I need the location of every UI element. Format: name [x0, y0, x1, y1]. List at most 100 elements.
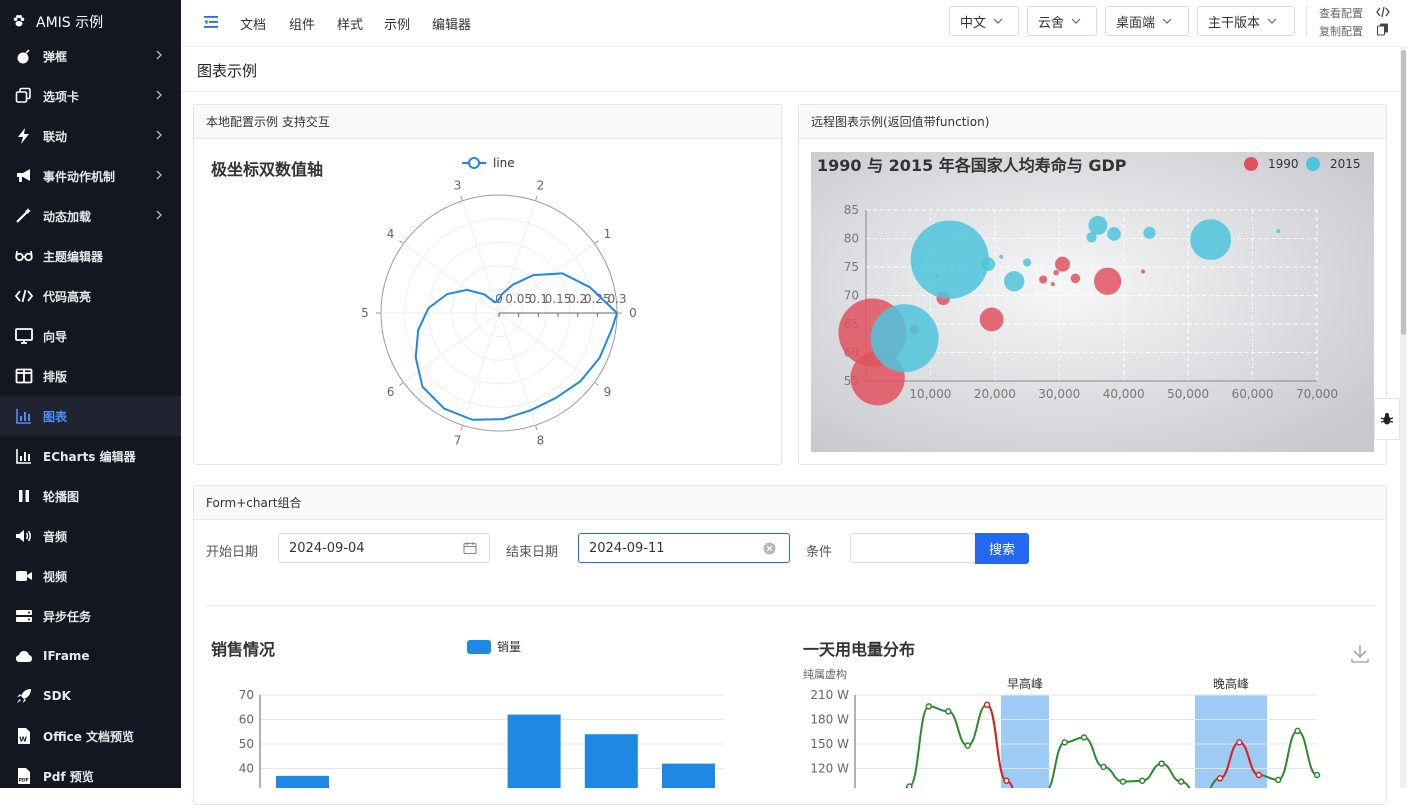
end-date-input[interactable]: 2024-09-11	[578, 533, 790, 563]
bar[interactable]	[662, 763, 715, 788]
download-icon[interactable]	[1351, 645, 1369, 663]
sidebar-item-7[interactable]: 向导	[0, 316, 181, 356]
bar[interactable]	[584, 734, 638, 788]
data-point[interactable]	[1003, 777, 1010, 784]
brand[interactable]: AMIS 示例	[12, 12, 103, 32]
locale-select[interactable]: 中文	[949, 6, 1019, 36]
bubble-2015[interactable]	[1088, 215, 1108, 235]
bubble-1990[interactable]	[1141, 269, 1146, 274]
device-select[interactable]: 桌面端	[1105, 6, 1189, 36]
data-point[interactable]	[1255, 771, 1263, 779]
sidebar-item-4[interactable]: 动态加载	[0, 196, 181, 236]
data-point[interactable]	[906, 783, 913, 788]
sidebar-item-2[interactable]: 联动	[0, 116, 181, 156]
sidebar-item-15[interactable]: IFrame	[0, 636, 181, 676]
bubble-2015[interactable]	[934, 273, 939, 278]
data-point[interactable]	[1158, 760, 1165, 767]
copy-icon[interactable]	[1377, 23, 1389, 36]
data-point[interactable]	[1216, 775, 1224, 782]
end-date-value: 2024-09-11	[589, 540, 665, 556]
bubble-1990[interactable]	[1070, 273, 1081, 284]
condition-input[interactable]	[850, 533, 976, 563]
data-point[interactable]	[1100, 763, 1107, 771]
view-config-link[interactable]: 查看配置	[1319, 5, 1363, 21]
sidebar-item-11[interactable]: 轮播图	[0, 476, 181, 516]
data-point[interactable]	[1119, 778, 1127, 785]
code-icon[interactable]	[1376, 5, 1390, 19]
data-point[interactable]	[925, 703, 933, 710]
data-point[interactable]	[944, 708, 952, 715]
bubble-1990[interactable]	[1039, 275, 1048, 284]
chart-title: 一天用电量分布	[803, 640, 915, 659]
calendar-icon[interactable]	[463, 541, 477, 555]
data-point[interactable]	[1236, 739, 1243, 746]
sidebar-item-12[interactable]: 音频	[0, 516, 181, 556]
angle-tick-label: 2	[537, 179, 545, 193]
bubble-1990[interactable]	[979, 307, 1004, 332]
data-point[interactable]	[964, 742, 971, 749]
sidebar-item-9[interactable]: 图表	[0, 396, 181, 436]
search-button[interactable]: 搜索	[975, 533, 1029, 564]
nav-link-examples[interactable]: 示例	[384, 14, 410, 33]
debug-bug-icon[interactable]	[1374, 398, 1400, 440]
bar[interactable]	[507, 714, 561, 788]
nav-link-styles[interactable]: 样式	[337, 14, 363, 33]
sidebar-item-1[interactable]: 选项卡	[0, 76, 181, 116]
data-point[interactable]	[1080, 734, 1088, 741]
sidebar-item-0[interactable]: 弹框	[0, 36, 181, 76]
bubble-1990[interactable]	[1053, 269, 1059, 276]
bubble-2015[interactable]	[981, 257, 996, 271]
bar[interactable]	[276, 775, 329, 788]
bubble-1990[interactable]	[1055, 256, 1070, 272]
nav-link-components[interactable]: 组件	[289, 14, 315, 33]
sidebar-item-10[interactable]: ECharts 编辑器	[0, 436, 181, 476]
sidebar-item-5[interactable]: 主题编辑器	[0, 236, 181, 276]
columns-icon	[14, 366, 34, 386]
title-divider	[181, 91, 1400, 92]
data-point[interactable]	[983, 701, 991, 709]
clear-icon[interactable]	[763, 542, 776, 555]
bubble-2015[interactable]	[999, 254, 1004, 259]
data-point[interactable]	[1274, 776, 1282, 784]
brand-title: AMIS 示例	[36, 15, 104, 31]
power-line-chart[interactable]: 一天用电量分布 纯属虚构 早高峰晚高峰 90 W120 W150 W180 W2…	[795, 606, 1385, 788]
bubble-2015[interactable]	[1190, 219, 1232, 261]
sidebar-item-6[interactable]: 代码高亮	[0, 276, 181, 316]
sidebar-item-13[interactable]: 视频	[0, 556, 181, 596]
data-point[interactable]	[1313, 771, 1321, 779]
version-select[interactable]: 主干版本	[1197, 6, 1295, 36]
collapse-menu-icon[interactable]	[203, 14, 219, 30]
bubble-1990[interactable]	[1094, 267, 1122, 295]
chart-legend[interactable]: 销量	[467, 640, 521, 654]
sales-bar-chart[interactable]: 销售情况 销量 3040506070	[200, 606, 760, 788]
sidebar-item-3[interactable]: 事件动作机制	[0, 156, 181, 196]
bubble-2015[interactable]	[1086, 232, 1097, 243]
bubble-2015[interactable]	[1143, 226, 1156, 239]
data-point[interactable]	[1061, 739, 1068, 746]
bubble-chart[interactable]: 10,000 20,000 30,000 40,000 50,000 60,000 70,0…	[811, 152, 1374, 452]
data-point[interactable]	[1139, 777, 1146, 784]
bubble-2015[interactable]	[1107, 227, 1121, 241]
sidebar-item-14[interactable]: 异步任务	[0, 596, 181, 636]
nav-link-editor[interactable]: 编辑器	[432, 14, 471, 33]
start-date-input[interactable]: 2024-09-04	[278, 533, 490, 563]
theme-select[interactable]: 云舍	[1027, 6, 1097, 36]
copy-config-link[interactable]: 复制配置	[1319, 23, 1363, 39]
bubble-2015[interactable]	[870, 304, 939, 373]
sidebar-item-8[interactable]: 排版	[0, 356, 181, 396]
scrollbar-thumb[interactable]	[1401, 50, 1406, 335]
nav-link-docs[interactable]: 文档	[240, 14, 266, 33]
bubble-2015[interactable]	[1022, 258, 1032, 267]
chart-legend[interactable]: line	[462, 156, 515, 170]
data-point[interactable]	[1294, 727, 1301, 735]
sidebar-item-16[interactable]: SDK	[0, 676, 181, 716]
data-point[interactable]	[1177, 778, 1185, 785]
bubble-2015[interactable]	[1276, 229, 1281, 234]
bubble-2015[interactable]	[1003, 271, 1025, 292]
angle-tick-label: 0	[629, 306, 637, 320]
sidebar-item-18[interactable]: PDF Pdf 预览	[0, 756, 181, 788]
bubble-2015[interactable]	[910, 220, 989, 299]
polar-chart[interactable]: 01234567 89 0 0.050.10.150.20.250.3 line	[194, 139, 781, 464]
bubble-1990[interactable]	[1050, 282, 1055, 287]
sidebar-item-17[interactable]: W Office 文档预览	[0, 716, 181, 756]
